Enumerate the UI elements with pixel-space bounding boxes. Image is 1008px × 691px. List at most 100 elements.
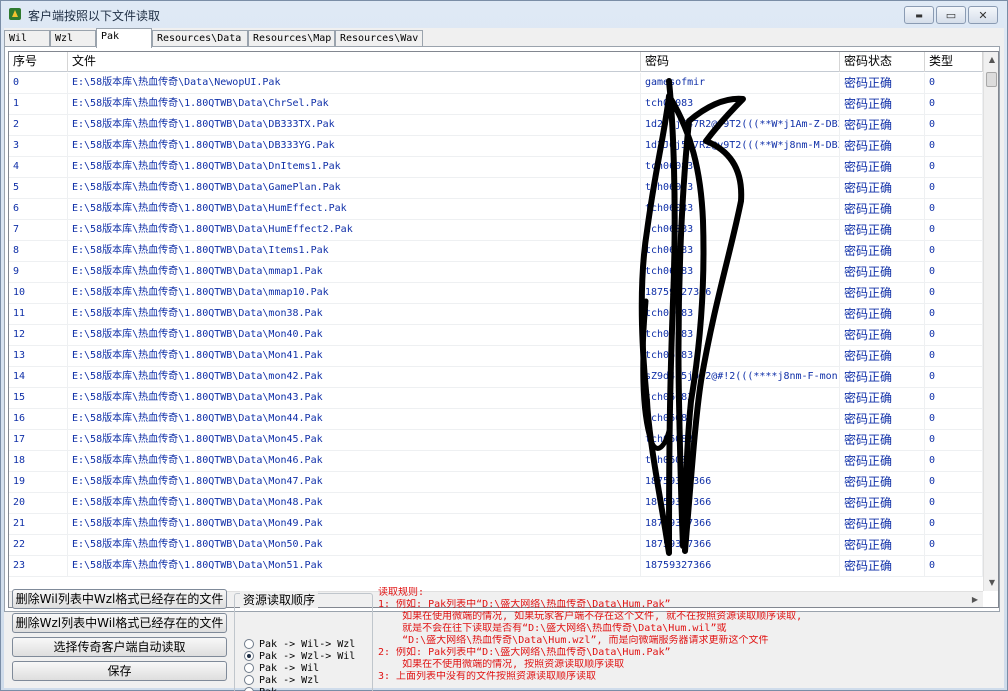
close-button[interactable]: ✕ (968, 6, 998, 24)
read-order-radio[interactable]: Pak (244, 686, 277, 691)
table-row[interactable]: 5 E:\58版本库\热血传奇\1.80QTWB\Data\GamePlan.Pa… (9, 178, 983, 199)
delete-wil-from-wzl-list-button[interactable]: 删除Wzl列表中Wil格式已经存在的文件 (12, 613, 227, 633)
table-row[interactable]: 9 E:\58版本库\热血传奇\1.80QTWB\Data\mmap1.Pak tc… (9, 262, 983, 283)
read-order-radio[interactable]: Pak -> Wzl-> Wil (244, 650, 355, 662)
table-row[interactable]: 14 E:\58版本库\热血传奇\1.80QTWB\Data\mon42.Pak s… (9, 367, 983, 388)
tab-resources-data[interactable]: Resources\Data (152, 30, 248, 47)
window-title: 客户端按照以下文件读取 (28, 9, 161, 23)
rule-line: 如果在使用微端的情况, 如果玩家客户端不存在这个文件, 就不在按照资源读取顺序读… (378, 611, 803, 622)
read-rules-text: 读取规则: 1: 例如: Pak列表中“D:\盛大网络\热血传奇\Data\Hum… (378, 587, 998, 683)
table-row[interactable]: 20 E:\58版本库\热血传奇\1.80QTWB\Data\Mon48.Pak 1… (9, 493, 983, 514)
table-row[interactable]: 6 E:\58版本库\热血传奇\1.80QTWB\Data\HumEffect.P… (9, 199, 983, 220)
table-row[interactable]: 18 E:\58版本库\热血传奇\1.80QTWB\Data\Mon46.Pak t… (9, 451, 983, 472)
row-index-cell: 1 (9, 94, 68, 115)
table-row[interactable]: 22 E:\58版本库\热血传奇\1.80QTWB\Data\Mon50.Pak 1… (9, 535, 983, 556)
client-area: Wil Wzl Pak Resources\Data Resources\Map Reso… (4, 28, 1004, 691)
table-row[interactable]: 13 E:\58版本库\热血传奇\1.80QTWB\Data\Mon41.Pak t… (9, 346, 983, 367)
table-row[interactable]: 17 E:\58版本库\热血传奇\1.80QTWB\Data\Mon45.Pak t… (9, 430, 983, 451)
maximize-button[interactable]: ▭ (936, 6, 966, 24)
row-password-cell: gamesofmir (641, 73, 840, 94)
auto-read-client-button[interactable]: 选择传奇客户端自动读取 (12, 637, 227, 657)
radio-indicator-icon[interactable] (244, 687, 254, 691)
vertical-scroll-thumb[interactable] (986, 72, 997, 87)
row-index-cell: 5 (9, 178, 68, 199)
tab-strip: Wil Wzl Pak Resources\Data Resources\Map Reso… (4, 28, 1004, 48)
row-type-cell: 0 (925, 73, 983, 94)
row-password-cell: tch06083 (641, 178, 840, 199)
row-file-cell: E:\58版本库\热血传奇\1.80QTWB\Data\Mon46.Pak (68, 451, 641, 472)
table-row[interactable]: 19 E:\58版本库\热血传奇\1.80QTWB\Data\Mon47.Pak 1… (9, 472, 983, 493)
table-row[interactable]: 3 E:\58版本库\热血传奇\1.80QTWB\Data\DB333YG.Pak… (9, 136, 983, 157)
delete-wzl-from-wil-list-button[interactable]: 删除Wil列表中Wzl格式已经存在的文件 (12, 589, 227, 609)
radio-indicator-icon[interactable] (244, 651, 254, 661)
read-order-radio[interactable]: Pak -> Wil-> Wzl (244, 638, 355, 650)
radio-indicator-icon[interactable] (244, 639, 254, 649)
row-type-cell: 0 (925, 388, 983, 409)
row-file-cell: E:\58版本库\热血传奇\1.80QTWB\Data\Mon44.Pak (68, 409, 641, 430)
row-file-cell: E:\58版本库\热血传奇\1.80QTWB\Data\Mon50.Pak (68, 535, 641, 556)
table-row[interactable]: 12 E:\58版本库\热血传奇\1.80QTWB\Data\Mon40.Pak t… (9, 325, 983, 346)
row-index-cell: 10 (9, 283, 68, 304)
table-row[interactable]: 10 E:\58版本库\热血传奇\1.80QTWB\Data\mmap10.Pak… (9, 283, 983, 304)
title-bar[interactable]: 客户端按照以下文件读取 ▬ ▭ ✕ (1, 1, 1007, 28)
row-status-cell: 密码正确 (840, 409, 925, 430)
tab-resources-wav[interactable]: Resources\Wav (335, 30, 423, 47)
row-file-cell: E:\58版本库\热血传奇\1.80QTWB\Data\HumEffect.Pa… (68, 199, 641, 220)
row-file-cell: E:\58版本库\热血传奇\1.80QTWB\Data\mmap10.Pak (68, 283, 641, 304)
row-password-cell: tch06083 (641, 157, 840, 178)
table-row[interactable]: 0 E:\58版本库\热血传奇\Data\NewopUI.Pak gamesofmi… (9, 73, 983, 94)
tab-wil[interactable]: Wil (4, 30, 50, 47)
row-file-cell: E:\58版本库\热血传奇\1.80QTWB\Data\GamePlan.Pak (68, 178, 641, 199)
file-list-table[interactable]: 序号 文件 密码 密码状态 类型 0 E:\58版本库\热血传奇\Data\New… (8, 51, 999, 608)
table-row[interactable]: 21 E:\58版本库\热血传奇\1.80QTWB\Data\Mon49.Pak 1… (9, 514, 983, 535)
row-status-cell: 密码正确 (840, 388, 925, 409)
close-icon: ✕ (978, 8, 988, 22)
rule-line: “D:\盛大网络\热血传奇\Data\Hum.wzl”, 而是向微端服务器请求更… (378, 635, 769, 646)
read-order-label: Pak -> Wzl-> Wil (259, 650, 356, 662)
vertical-scrollbar[interactable]: ▲ ▼ (983, 52, 998, 591)
row-file-cell: E:\58版本库\热血传奇\1.80QTWB\Data\Mon41.Pak (68, 346, 641, 367)
row-status-cell: 密码正确 (840, 304, 925, 325)
row-type-cell: 0 (925, 283, 983, 304)
table-row[interactable]: 7 E:\58版本库\热血传奇\1.80QTWB\Data\HumEffect2.… (9, 220, 983, 241)
row-type-cell: 0 (925, 430, 983, 451)
row-index-cell: 23 (9, 556, 68, 577)
tab-wzl[interactable]: Wzl (50, 30, 96, 47)
row-type-cell: 0 (925, 157, 983, 178)
table-row[interactable]: 8 E:\58版本库\热血传奇\1.80QTWB\Data\Items1.Pak t… (9, 241, 983, 262)
row-status-cell: 密码正确 (840, 73, 925, 94)
read-order-radio[interactable]: Pak -> Wil (244, 662, 319, 674)
read-order-title: 资源读取顺序 (240, 591, 319, 608)
column-header-index[interactable]: 序号 (9, 52, 68, 72)
row-password-cell: tch06083 (641, 262, 840, 283)
table-row[interactable]: 4 E:\58版本库\热血传奇\1.80QTWB\Data\DnItems1.Pa… (9, 157, 983, 178)
table-row[interactable]: 16 E:\58版本库\热血传奇\1.80QTWB\Data\Mon44.Pak t… (9, 409, 983, 430)
row-password-cell: tch06083 (641, 304, 840, 325)
tab-resources-map[interactable]: Resources\Map (248, 30, 335, 47)
row-status-cell: 密码正确 (840, 430, 925, 451)
column-header-password-status[interactable]: 密码状态 (840, 52, 925, 72)
radio-indicator-icon[interactable] (244, 663, 254, 673)
radio-indicator-icon[interactable] (244, 675, 254, 685)
table-row[interactable]: 11 E:\58版本库\热血传奇\1.80QTWB\Data\mon38.Pak t… (9, 304, 983, 325)
read-order-radio[interactable]: Pak -> Wzl (244, 674, 319, 686)
save-button[interactable]: 保存 (12, 661, 227, 681)
scroll-down-icon[interactable]: ▼ (984, 578, 998, 587)
table-row[interactable]: 2 E:\58版本库\热血传奇\1.80QTWB\Data\DB333TX.Pak… (9, 115, 983, 136)
row-type-cell: 0 (925, 472, 983, 493)
minimize-button[interactable]: ▬ (904, 6, 934, 24)
tab-pak[interactable]: Pak (96, 28, 152, 48)
table-row[interactable]: 23 E:\58版本库\热血传奇\1.80QTWB\Data\Mon51.Pak 1… (9, 556, 983, 577)
column-header-type[interactable]: 类型 (925, 52, 983, 72)
row-status-cell: 密码正确 (840, 115, 925, 136)
row-file-cell: E:\58版本库\热血传奇\1.80QTWB\Data\Mon47.Pak (68, 472, 641, 493)
column-header-password[interactable]: 密码 (641, 52, 840, 72)
table-row[interactable]: 15 E:\58版本库\热血传奇\1.80QTWB\Data\Mon43.Pak t… (9, 388, 983, 409)
scroll-up-icon[interactable]: ▲ (984, 55, 998, 64)
row-index-cell: 11 (9, 304, 68, 325)
table-row[interactable]: 1 E:\58版本库\热血传奇\1.80QTWB\Data\ChrSel.Pak t… (9, 94, 983, 115)
row-type-cell: 0 (925, 136, 983, 157)
row-password-cell: tch06083 (641, 451, 840, 472)
column-header-file[interactable]: 文件 (68, 52, 641, 72)
row-type-cell: 0 (925, 346, 983, 367)
